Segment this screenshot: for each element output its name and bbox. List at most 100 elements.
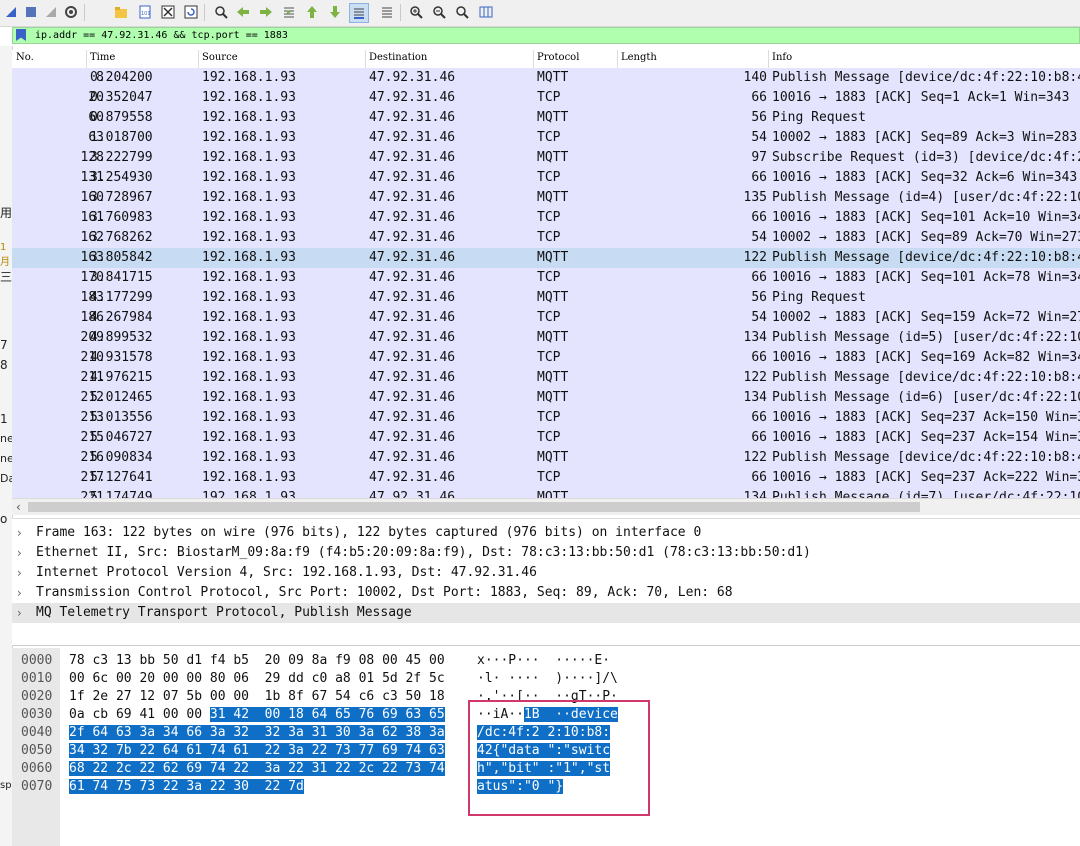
- packet-row[interactable]: 20 0.352047 192.168.1.93 47.92.31.46 TCP 66 10…: [12, 88, 1080, 108]
- detail-tree-item[interactable]: › Frame 163: 122 bytes on wire (976 bits)…: [12, 523, 1080, 543]
- packet-row[interactable]: 212 5.012465 192.168.1.93 47.92.31.46 MQTT 13…: [12, 388, 1080, 408]
- packet-row[interactable]: 183 4.177299 192.168.1.93 47.92.31.46 MQTT 56…: [12, 288, 1080, 308]
- ascii-bytes[interactable]: ·l· ···· )····]/\: [477, 670, 618, 688]
- shark-fin-start-icon[interactable]: [2, 3, 20, 21]
- expand-chevron-icon[interactable]: ›: [17, 563, 22, 583]
- packet-row[interactable]: 209 4.899532 192.168.1.93 47.92.31.46 MQTT 13…: [12, 328, 1080, 348]
- packet-length: 56: [751, 110, 767, 125]
- hex-bytes[interactable]: 0a cb 69 41 00 00 31 42 00 18 64 65 76 6…: [69, 706, 445, 724]
- display-filter-bar[interactable]: ip.addr == 47.92.31.46 && tcp.port == 18…: [12, 27, 1080, 44]
- expand-chevron-icon[interactable]: ›: [17, 583, 22, 603]
- packet-row[interactable]: 216 5.090834 192.168.1.93 47.92.31.46 MQTT 12…: [12, 448, 1080, 468]
- packet-destination: 47.92.31.46: [369, 90, 456, 105]
- reload-icon[interactable]: [182, 3, 200, 21]
- column-header-info[interactable]: Info: [772, 52, 792, 63]
- packet-destination: 47.92.31.46: [369, 190, 456, 205]
- packet-protocol: TCP: [537, 230, 561, 245]
- detail-tree-item[interactable]: › MQ Telemetry Transport Protocol, Publis…: [12, 603, 1080, 623]
- packet-destination: 47.92.31.46: [369, 270, 456, 285]
- column-header-time[interactable]: Time: [90, 52, 115, 63]
- packet-row[interactable]: 186 4.267984 192.168.1.93 47.92.31.46 TCP 54 1…: [12, 308, 1080, 328]
- expand-chevron-icon[interactable]: ›: [17, 603, 22, 623]
- packet-row[interactable]: 63 1.018700 192.168.1.93 47.92.31.46 TCP 54 10…: [12, 128, 1080, 148]
- ascii-bytes[interactable]: x···P··· ·····E·: [477, 652, 610, 670]
- column-header-length[interactable]: Length: [621, 52, 657, 63]
- resize-columns-icon[interactable]: [477, 3, 495, 21]
- bookmark-icon[interactable]: [16, 29, 26, 41]
- options-icon[interactable]: [62, 3, 80, 21]
- packet-row[interactable]: 161 3.760983 192.168.1.93 47.92.31.46 TCP 66 1…: [12, 208, 1080, 228]
- back-icon[interactable]: [234, 3, 252, 21]
- column-header-destination[interactable]: Destination: [369, 52, 427, 63]
- packet-row[interactable]: 211 4.976215 192.168.1.93 47.92.31.46 MQTT 12…: [12, 368, 1080, 388]
- forward-icon[interactable]: [257, 3, 275, 21]
- expand-chevron-icon[interactable]: ›: [17, 543, 22, 563]
- zoom-out-icon[interactable]: [430, 3, 448, 21]
- packet-info: 10016 → 1883 [ACK] Seq=237 Ack=150 Win=3…: [772, 410, 1080, 425]
- colorize-icon[interactable]: [378, 3, 396, 21]
- expand-chevron-icon[interactable]: ›: [17, 523, 22, 543]
- find-icon[interactable]: [212, 3, 230, 21]
- packet-row[interactable]: 215 5.046727 192.168.1.93 47.92.31.46 TCP 66 1…: [12, 428, 1080, 448]
- hex-bytes[interactable]: 1f 2e 27 12 07 5b 00 00 1b 8f 67 54 c6 c…: [69, 688, 445, 706]
- packet-info: Publish Message (id=6) [user/dc:4f:22:10…: [772, 390, 1080, 405]
- column-header-source[interactable]: Source: [202, 52, 238, 63]
- goto-icon[interactable]: [280, 3, 298, 21]
- detail-tree-label: Transmission Control Protocol, Src Port:…: [36, 585, 733, 600]
- packet-source: 192.168.1.93: [202, 170, 296, 185]
- packet-source: 192.168.1.93: [202, 130, 296, 145]
- packet-row[interactable]: 163 3.805842 192.168.1.93 47.92.31.46 MQTT 12…: [12, 248, 1080, 268]
- hex-bytes[interactable]: 2f 64 63 3a 34 66 3a 32 32 3a 31 30 3a 6…: [69, 724, 445, 742]
- restart-icon[interactable]: [42, 3, 60, 21]
- packet-source: 192.168.1.93: [202, 230, 296, 245]
- byte-offset: 0040: [21, 725, 53, 740]
- column-header-no[interactable]: No.: [16, 52, 34, 63]
- strip-text: 1月: [0, 242, 10, 268]
- packet-protocol: MQTT: [537, 490, 569, 498]
- zoom-reset-icon[interactable]: [453, 3, 471, 21]
- column-header-protocol[interactable]: Protocol: [537, 52, 579, 63]
- display-filter-input[interactable]: ip.addr == 47.92.31.46 && tcp.port == 18…: [35, 29, 288, 42]
- packet-info: Publish Message [device/dc:4f:22:10:b8:4…: [772, 370, 1080, 385]
- packet-row[interactable]: 160 3.728967 192.168.1.93 47.92.31.46 MQTT 13…: [12, 188, 1080, 208]
- packet-list[interactable]: 8 0.204200 192.168.1.93 47.92.31.46 MQTT 140 P…: [12, 68, 1080, 498]
- packet-row[interactable]: 128 3.222799 192.168.1.93 47.92.31.46 MQTT 97…: [12, 148, 1080, 168]
- packet-time: 3.768262: [90, 230, 153, 245]
- packet-row[interactable]: 210 4.931578 192.168.1.93 47.92.31.46 TCP 66 1…: [12, 348, 1080, 368]
- packet-destination: 47.92.31.46: [369, 130, 456, 145]
- detail-tree-item[interactable]: › Ethernet II, Src: BiostarM_09:8a:f9 (f4…: [12, 543, 1080, 563]
- packet-row[interactable]: 221 5.174749 192.168.1.93 47.92.31.46 MQTT 13…: [12, 488, 1080, 498]
- packet-row[interactable]: 213 5.013556 192.168.1.93 47.92.31.46 TCP 66 1…: [12, 408, 1080, 428]
- scroll-left-icon[interactable]: ‹: [16, 499, 21, 515]
- packet-list-scrollbar[interactable]: ‹: [12, 498, 1080, 515]
- packet-source: 192.168.1.93: [202, 210, 296, 225]
- close-file-icon[interactable]: [159, 3, 177, 21]
- autoscroll-icon[interactable]: [349, 3, 369, 23]
- packet-row[interactable]: 8 0.204200 192.168.1.93 47.92.31.46 MQTT 140 P…: [12, 68, 1080, 88]
- hex-bytes[interactable]: 00 6c 00 20 00 00 80 06 29 dd c0 a8 01 5…: [69, 670, 445, 688]
- packet-row[interactable]: 162 3.768262 192.168.1.93 47.92.31.46 TCP 54 1…: [12, 228, 1080, 248]
- hex-bytes[interactable]: 34 32 7b 22 64 61 74 61 22 3a 22 73 77 6…: [69, 742, 445, 760]
- scrollbar-thumb[interactable]: [28, 502, 920, 512]
- packet-row[interactable]: 170 3.841715 192.168.1.93 47.92.31.46 TCP 66 1…: [12, 268, 1080, 288]
- detail-tree-item[interactable]: › Internet Protocol Version 4, Src: 192.1…: [12, 563, 1080, 583]
- packet-destination: 47.92.31.46: [369, 150, 456, 165]
- packet-row[interactable]: 131 3.254930 192.168.1.93 47.92.31.46 TCP 66 1…: [12, 168, 1080, 188]
- packet-row[interactable]: 60 0.879558 192.168.1.93 47.92.31.46 MQTT 56 P…: [12, 108, 1080, 128]
- packet-time: 5.090834: [90, 450, 153, 465]
- zoom-in-icon[interactable]: [407, 3, 425, 21]
- save-icon[interactable]: 101: [136, 3, 154, 21]
- open-folder-icon[interactable]: [112, 3, 130, 21]
- packet-row[interactable]: 217 5.127641 192.168.1.93 47.92.31.46 TCP 66 1…: [12, 468, 1080, 488]
- svg-text:101: 101: [141, 11, 151, 17]
- packet-destination: 47.92.31.46: [369, 370, 456, 385]
- hex-bytes[interactable]: 68 22 2c 22 62 69 74 22 3a 22 31 22 2c 2…: [69, 760, 445, 778]
- last-packet-icon[interactable]: [326, 3, 344, 21]
- detail-tree-item[interactable]: › Transmission Control Protocol, Src Port…: [12, 583, 1080, 603]
- first-packet-icon[interactable]: [303, 3, 321, 21]
- packet-list-header: No. Time Source Destination Protocol Len…: [12, 50, 1080, 69]
- hex-bytes[interactable]: 61 74 75 73 22 3a 22 30 22 7d: [69, 778, 304, 796]
- hex-bytes[interactable]: 78 c3 13 bb 50 d1 f4 b5 20 09 8a f9 08 0…: [69, 652, 445, 670]
- stop-icon[interactable]: [22, 3, 40, 21]
- packet-protocol: MQTT: [537, 290, 569, 305]
